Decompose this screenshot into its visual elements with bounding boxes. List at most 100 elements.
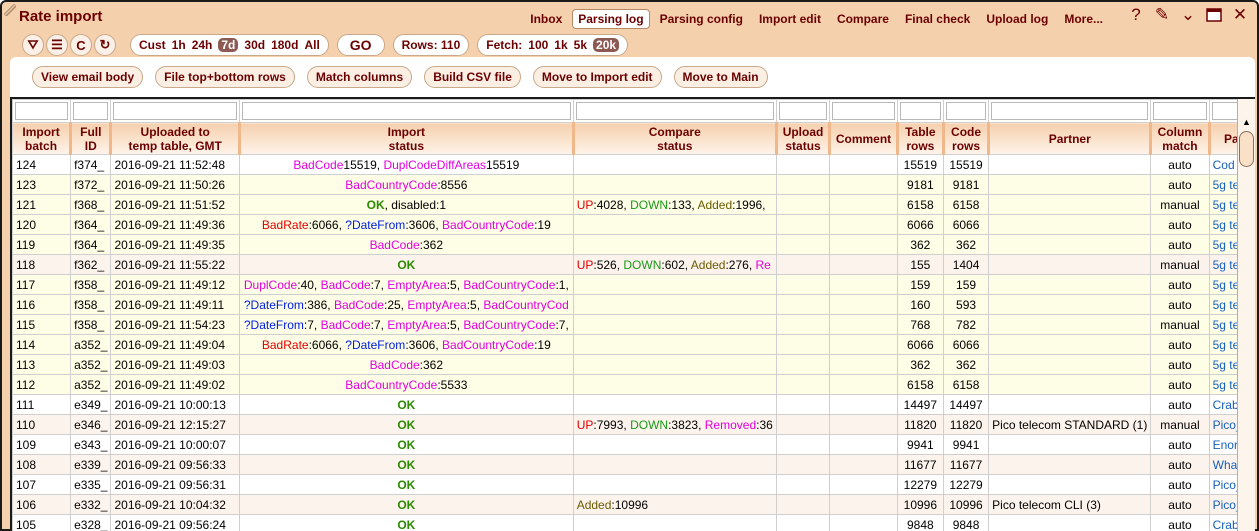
code-rows-cell: 1404 [942, 254, 990, 275]
build-csv-file-button[interactable]: Build CSV file [424, 66, 521, 88]
nav-tab-upload-log[interactable]: Upload log [980, 9, 1054, 29]
close-icon[interactable]: ✕ [1231, 5, 1249, 24]
code-rows-cell: 6158 [942, 194, 990, 215]
code-rows-cell: 11820 [942, 414, 990, 435]
filter-input[interactable] [15, 102, 69, 120]
table-row[interactable]: 120 f364_ 2016-09-21 11:49:36 BadRate:6066,… [12, 214, 1255, 235]
fetch-option-20k[interactable]: 20k [593, 38, 620, 52]
table-row[interactable]: 113 a352_ 2016-09-21 11:49:03 BadCode:362 36… [12, 354, 1255, 375]
column-header[interactable]: Column match [1150, 122, 1211, 155]
filter-input[interactable] [945, 102, 987, 120]
maximize-icon[interactable] [1205, 6, 1223, 24]
filter-input[interactable] [1153, 102, 1207, 120]
column-header[interactable]: Full ID [70, 122, 113, 155]
resize-grip-icon[interactable] [4, 4, 16, 16]
filter-input[interactable] [899, 102, 941, 120]
period-option-all[interactable]: All [304, 38, 319, 52]
nav-tab-parsing-log[interactable]: Parsing log [572, 9, 650, 29]
move-to-main-button[interactable]: Move to Main [673, 66, 768, 88]
column-header[interactable]: Import batch [12, 122, 73, 155]
nav-tab-more[interactable]: More... [1058, 9, 1109, 29]
table-row[interactable]: 118 f362_ 2016-09-21 11:55:22 OK UP:526, DOW… [12, 254, 1255, 275]
column-header[interactable]: Upload status [775, 122, 832, 155]
table-row[interactable]: 114 a352_ 2016-09-21 11:49:04 BadRate:6066,… [12, 334, 1255, 355]
filter-input[interactable] [73, 102, 109, 120]
column-header[interactable]: Code rows [942, 122, 991, 155]
clear-filter-icon[interactable]: ⛛ [22, 34, 44, 56]
upload-status-cell [775, 394, 831, 415]
filter-input[interactable] [241, 102, 571, 120]
scrollbar-thumb[interactable] [1239, 131, 1254, 167]
go-button[interactable]: GO [336, 34, 385, 56]
upload-status-cell [775, 434, 831, 455]
refresh-icon[interactable]: ↻ [94, 34, 116, 56]
column-header[interactable]: Import status [238, 122, 575, 155]
table-rows-cell: 6158 [896, 194, 944, 215]
help-icon[interactable]: ? [1127, 5, 1145, 24]
table-row[interactable]: 123 f372_ 2016-09-21 11:50:26 BadCountryCod… [12, 174, 1255, 195]
column-header[interactable]: Compare status [572, 122, 778, 155]
import-batch-cell: 118 [12, 254, 72, 275]
status-segment: EmptyArea [407, 297, 467, 312]
partner-cell [988, 334, 1152, 355]
code-rows-cell: 9181 [942, 174, 990, 195]
table-row[interactable]: 112 a352_ 2016-09-21 11:49:02 BadCountryCod… [12, 374, 1255, 395]
period-option-7d[interactable]: 7d [218, 38, 239, 52]
period-option-24h[interactable]: 24h [192, 38, 213, 52]
fetch-option-100[interactable]: 100 [528, 38, 548, 52]
table-row[interactable]: 124 f374_ 2016-09-21 11:52:48 BadCode15519,… [12, 154, 1255, 175]
file-top-bottom-rows-button[interactable]: File top+bottom rows [155, 66, 295, 88]
move-to-import-edit-button[interactable]: Move to Import edit [532, 66, 662, 88]
status-segment: :5533 [437, 377, 468, 392]
filter-input[interactable] [832, 102, 895, 120]
table-row[interactable]: 105 e328_ 2016-09-21 09:56:24 OK 9848 9848 aut… [12, 514, 1255, 531]
fetch-option-5k[interactable]: 5k [574, 38, 587, 52]
full-id-cell: f358_ [70, 314, 112, 335]
table-row[interactable]: 108 e339_ 2016-09-21 09:56:33 OK 11677 11677 a… [12, 454, 1255, 475]
match-columns-button[interactable]: Match columns [306, 66, 413, 88]
full-id-cell: e328_ [70, 514, 112, 531]
fetch-option-1k[interactable]: 1k [554, 38, 567, 52]
vertical-scrollbar[interactable]: ▲ [1237, 99, 1255, 531]
column-header[interactable]: Partner [988, 122, 1153, 155]
view-email-body-button[interactable]: View email body [32, 66, 144, 88]
period-option-180d[interactable]: 180d [271, 38, 298, 52]
period-option-30d[interactable]: 30d [244, 38, 265, 52]
rate-import-window: Rate import Inbox Parsing log Parsing conf… [0, 0, 1259, 531]
status-segment: 15519, [343, 157, 384, 172]
status-segment: OK [397, 417, 416, 432]
filter-input[interactable] [113, 102, 237, 120]
period-option-1h[interactable]: 1h [172, 38, 186, 52]
edit-pencil-icon[interactable]: ✎ [1153, 5, 1171, 24]
nav-tab-parsing-config[interactable]: Parsing config [654, 9, 749, 29]
collapse-chevron-icon[interactable]: ⌄ [1179, 5, 1197, 24]
copy-c-icon[interactable]: C [70, 34, 92, 56]
table-row[interactable]: 117 f358_ 2016-09-21 11:49:12 DuplCode:40, … [12, 274, 1255, 295]
import-status-cell: BadCode:362 [238, 234, 574, 255]
nav-tab-final-check[interactable]: Final check [899, 9, 976, 29]
scroll-up-icon[interactable]: ▲ [1238, 113, 1255, 131]
filter-input[interactable] [575, 102, 774, 120]
nav-tab-inbox[interactable]: Inbox [524, 9, 568, 29]
table-row[interactable]: 106 e332_ 2016-09-21 10:04:32 OK Added:10996… [12, 494, 1255, 515]
filter-input[interactable] [778, 102, 828, 120]
nav-tab-import-edit[interactable]: Import edit [753, 9, 827, 29]
table-row[interactable]: 116 f358_ 2016-09-21 11:49:11 ?DateFrom:386… [12, 294, 1255, 315]
nav-tab-compare[interactable]: Compare [831, 9, 895, 29]
period-option-cust[interactable]: Cust [139, 38, 166, 52]
table-row[interactable]: 119 f364_ 2016-09-21 11:49:35 BadCode:362 36… [12, 234, 1255, 255]
column-header[interactable]: Uploaded to temp table, GMT [110, 122, 241, 155]
column-header[interactable]: Comment [829, 122, 899, 155]
table-row[interactable]: 115 f358_ 2016-09-21 11:54:23 ?DateFrom:7, … [12, 314, 1255, 335]
table-row[interactable]: 111 e349_ 2016-09-21 10:00:13 OK 14497 14497 a… [12, 394, 1255, 415]
column-header[interactable]: Table rows [896, 122, 945, 155]
import-status-cell: BadCode15519, DuplCodeDiffAreas15519 [238, 154, 574, 175]
columns-icon[interactable]: ☰ [46, 34, 68, 56]
filter-input[interactable] [991, 102, 1149, 120]
column-match-cell: auto [1150, 154, 1210, 175]
table-row[interactable]: 121 f368_ 2016-09-21 11:51:52 OK, disabled:… [12, 194, 1255, 215]
table-row[interactable]: 110 e346_ 2016-09-21 12:15:27 OK UP:7993, DO… [12, 414, 1255, 435]
table-row[interactable]: 107 e335_ 2016-09-21 09:56:31 OK 12279 12279 a… [12, 474, 1255, 495]
table-row[interactable]: 109 e343_ 2016-09-21 10:00:07 OK 9941 9941 aut… [12, 434, 1255, 455]
full-id-cell: f362_ [70, 254, 112, 275]
